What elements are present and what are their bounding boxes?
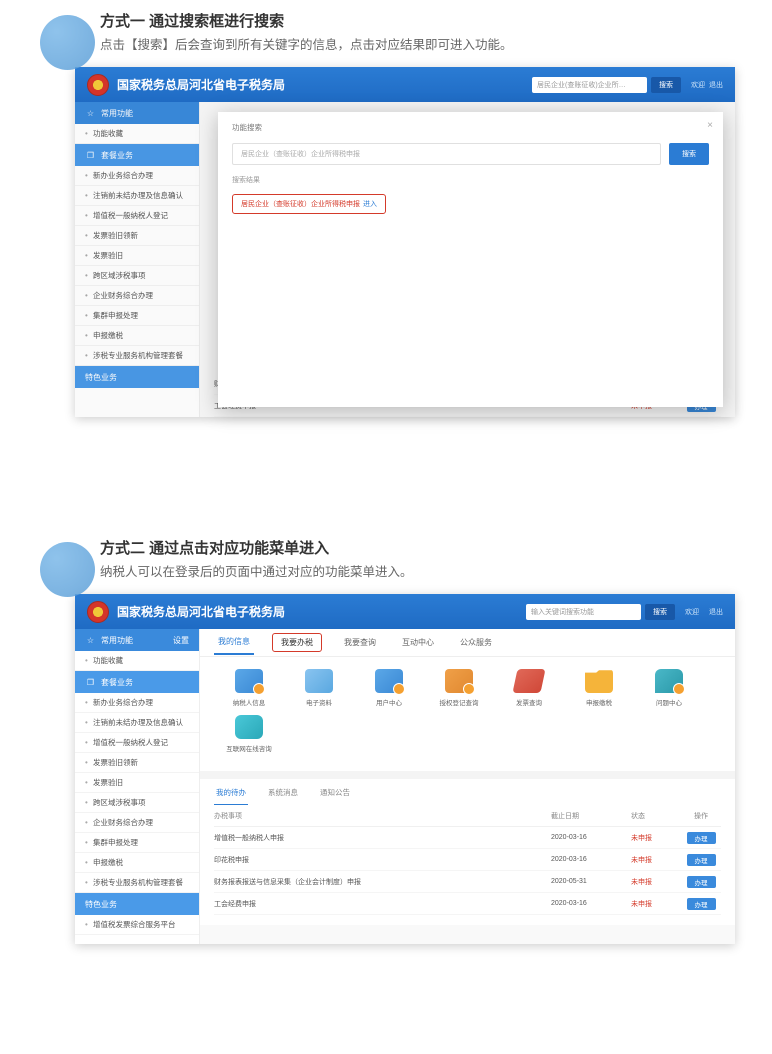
section-2: 方式二 通过点击对应功能菜单进入 纳税人可以在登录后的页面中通过对应的功能菜单进…	[0, 527, 772, 944]
col-status: 状态	[631, 811, 681, 821]
cube-icon: ❐	[85, 677, 96, 688]
sidebar: ☆常用功能 设置 功能收藏 ❐套餐业务 新办业务综合办理 注销前未结办理及信息确…	[75, 629, 200, 944]
sidebar-item[interactable]: 功能收藏	[75, 651, 199, 671]
shortcut-user-center[interactable]: 用户中心	[354, 669, 424, 707]
user-welcome: 欢迎	[691, 80, 705, 90]
section-1-title: 方式一 通过搜索框进行搜索	[100, 10, 772, 31]
exit-link[interactable]: 退出	[709, 607, 723, 617]
sub-tab-msg[interactable]: 系统消息	[266, 787, 300, 805]
sub-tabs: 我的待办 系统消息 通知公告	[200, 771, 735, 805]
shortcut-edoc[interactable]: 电子资料	[284, 669, 354, 707]
modal-title: 功能搜索	[232, 122, 709, 133]
shortcut-declare-pay[interactable]: 申报缴税	[564, 669, 634, 707]
sidebar-item[interactable]: 新办业务综合办理	[75, 693, 199, 713]
section-2-title: 方式二 通过点击对应功能菜单进入	[100, 537, 772, 558]
sidebar-item[interactable]: 发票验旧	[75, 773, 199, 793]
section-1-sub: 点击【搜索】后会查询到所有关键字的信息，点击对应结果即可进入功能。	[100, 34, 772, 53]
side-group-special[interactable]: 特色业务	[75, 893, 199, 915]
ticket-icon	[512, 669, 545, 693]
app-screenshot-1: 国家税务总局河北省电子税务局 居民企业(查账征收)企业所… 搜索 欢迎 退出 ☆…	[75, 67, 735, 417]
app-screenshot-2: 国家税务总局河北省电子税务局 输入关键词搜索功能 搜索 欢迎 退出 ☆常用功能 …	[75, 594, 735, 944]
sidebar-item[interactable]: 增值税发票综合服务平台	[75, 915, 199, 935]
modal-search-input[interactable]: 居民企业（查账征收）企业所得税申报	[232, 143, 661, 165]
col-deadline: 截止日期	[551, 811, 631, 821]
clipboard-icon	[445, 669, 473, 693]
exit-link[interactable]: 退出	[709, 80, 723, 90]
shortcut-taxpayer-info[interactable]: 纳税人信息	[214, 669, 284, 707]
table-row: 工会经费申报 2020-03-16 未申报 办理	[214, 893, 721, 915]
section-2-sub: 纳税人可以在登录后的页面中通过对应的功能菜单进入。	[100, 561, 772, 580]
sub-tab-notice[interactable]: 通知公告	[318, 787, 352, 805]
modal-search-button[interactable]: 搜索	[669, 143, 709, 165]
tab-interact[interactable]: 互动中心	[398, 631, 438, 654]
card-icon	[235, 669, 263, 693]
action-button[interactable]: 办理	[687, 854, 716, 866]
sub-tab-todo[interactable]: 我的待办	[214, 787, 248, 805]
settings-link[interactable]: 设置	[173, 635, 189, 646]
action-button[interactable]: 办理	[687, 876, 716, 888]
top-search-input[interactable]: 输入关键词搜索功能	[526, 604, 641, 620]
app-title: 国家税务总局河北省电子税务局	[117, 76, 532, 93]
todo-table: 办税事项 截止日期 状态 操作 增值税一般纳税人申报 2020-03-16 未申…	[200, 805, 735, 925]
user-welcome: 欢迎	[685, 607, 699, 617]
tab-do-tax[interactable]: 我要办税	[272, 633, 322, 652]
tab-public[interactable]: 公众服务	[456, 631, 496, 654]
table-row: 增值税一般纳税人申报 2020-03-16 未申报 办理	[214, 827, 721, 849]
modal-backdrop: 功能搜索 × 居民企业（查账征收）企业所得税申报 搜索 搜索结果 居民企业（查账…	[75, 102, 735, 417]
shortcut-question-center[interactable]: 问题中心	[634, 669, 704, 707]
app-title: 国家税务总局河北省电子税务局	[117, 603, 526, 620]
decoration-circle	[40, 15, 95, 70]
side-group-common[interactable]: ☆常用功能 设置	[75, 629, 199, 651]
top-search-button[interactable]: 搜索	[651, 77, 681, 93]
side-group-package[interactable]: ❐套餐业务	[75, 671, 199, 693]
sidebar-item[interactable]: 注销前未结办理及信息确认	[75, 713, 199, 733]
shortcut-grid: 纳税人信息 电子资料 用户中心 授权登记查询 发票查询 申报缴税 问题中心 互联…	[200, 657, 735, 771]
top-search-button[interactable]: 搜索	[645, 604, 675, 620]
decoration-circle	[40, 542, 95, 597]
search-result-item[interactable]: 居民企业（查账征收）企业所得税申报进入	[232, 194, 386, 214]
action-button[interactable]: 办理	[687, 832, 716, 844]
search-modal: 功能搜索 × 居民企业（查账征收）企业所得税申报 搜索 搜索结果 居民企业（查账…	[218, 112, 723, 407]
tab-query[interactable]: 我要查询	[340, 631, 380, 654]
section-1: 方式一 通过搜索框进行搜索 点击【搜索】后会查询到所有关键字的信息，点击对应结果…	[0, 0, 772, 417]
shortcut-online-consult[interactable]: 互联网在线咨询	[214, 715, 284, 753]
shortcut-invoice-query[interactable]: 发票查询	[494, 669, 564, 707]
headset-icon	[235, 715, 263, 739]
tax-logo-icon	[87, 74, 109, 96]
sidebar-item[interactable]: 发票验旧领新	[75, 753, 199, 773]
printer-icon	[305, 669, 333, 693]
main-tabs: 我的信息 我要办税 我要查询 互动中心 公众服务	[200, 629, 735, 657]
top-search-input[interactable]: 居民企业(查账征收)企业所…	[532, 77, 647, 93]
shortcut-auth-query[interactable]: 授权登记查询	[424, 669, 494, 707]
sidebar-item[interactable]: 集群申报处理	[75, 833, 199, 853]
sidebar-item[interactable]: 涉税专业服务机构管理套餐	[75, 873, 199, 893]
close-icon[interactable]: ×	[707, 120, 713, 131]
results-heading: 搜索结果	[232, 175, 709, 185]
folder-icon	[585, 669, 613, 693]
table-row: 财务报表报送与信息采集（企业会计制度）申报 2020-05-31 未申报 办理	[214, 871, 721, 893]
table-row: 印花税申报 2020-03-16 未申报 办理	[214, 849, 721, 871]
chat-icon	[655, 669, 683, 693]
col-item: 办税事项	[214, 811, 551, 821]
col-action: 操作	[681, 811, 721, 821]
tax-logo-icon	[87, 601, 109, 623]
sidebar-item[interactable]: 增值税一般纳税人登记	[75, 733, 199, 753]
star-icon: ☆	[85, 635, 96, 646]
action-button[interactable]: 办理	[687, 898, 716, 910]
sidebar-item[interactable]: 申报缴税	[75, 853, 199, 873]
sidebar-item[interactable]: 企业财务综合办理	[75, 813, 199, 833]
sidebar-item[interactable]: 跨区域涉税事项	[75, 793, 199, 813]
doc-icon	[375, 669, 403, 693]
tab-my-info[interactable]: 我的信息	[214, 630, 254, 655]
